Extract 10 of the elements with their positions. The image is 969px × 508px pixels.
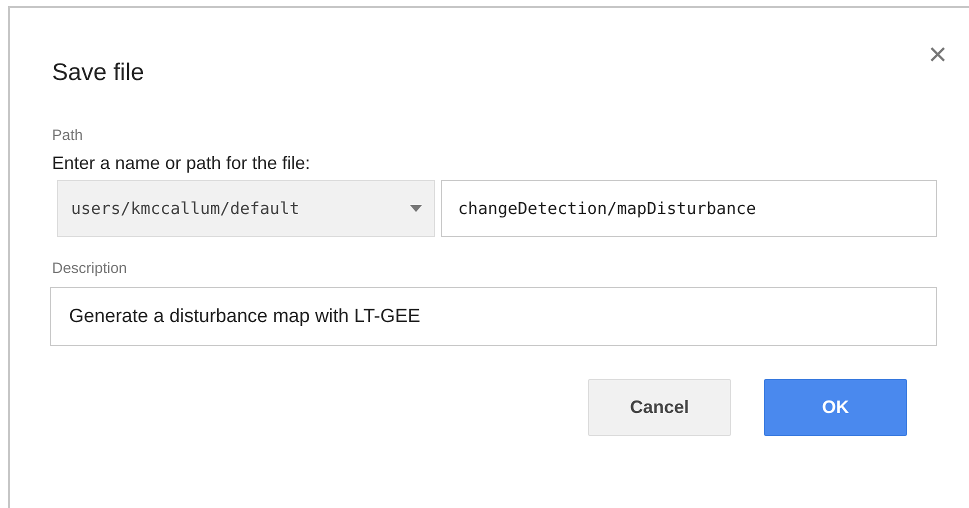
file-name-field[interactable]: changeDetection/mapDisturbance	[441, 180, 937, 237]
close-button[interactable]: ×	[928, 38, 947, 70]
description-label: Description	[52, 259, 128, 279]
caret-icon	[410, 205, 422, 212]
description-field[interactable]: Generate a disturbance map with LT-GEE	[50, 287, 937, 346]
dialog-title: Save file	[52, 58, 146, 88]
path-instruction: Enter a name or path for the file:	[52, 152, 312, 174]
cancel-button[interactable]: Cancel	[588, 379, 731, 436]
path-label: Path	[52, 126, 84, 146]
folder-dropdown[interactable]: users/kmccallum/default	[57, 180, 435, 237]
